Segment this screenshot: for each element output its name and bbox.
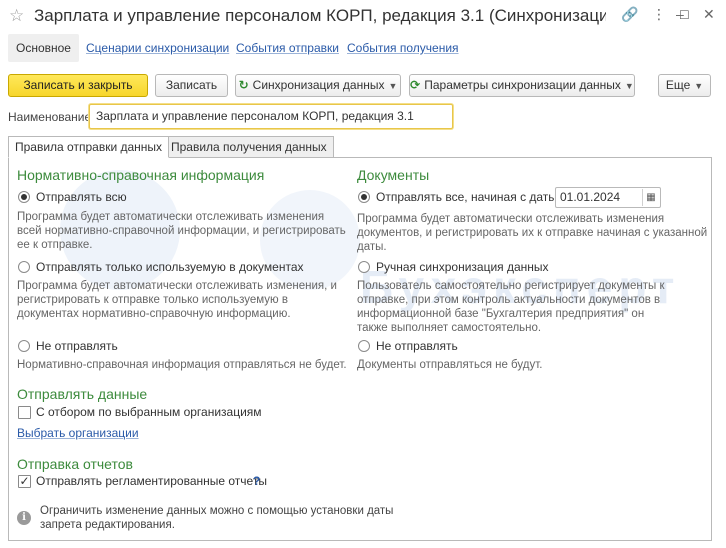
docs-manual-sync-desc: Пользователь самостоятельно регистрирует… [357,280,665,334]
send-reports-label[interactable]: Отправлять регламентированные отчеты [36,474,267,488]
close-icon[interactable]: ✕ [703,6,715,23]
nsi-send-all-label[interactable]: Отправлять всю [36,190,127,204]
chevron-down-icon: ▼ [388,81,398,91]
sync-data-button[interactable]: ↻ Синхронизация данных ▼ [235,74,401,97]
docs-send-from-date-desc: Программа будет автоматически отслеживат… [357,213,708,253]
chevron-down-icon: ▼ [694,81,704,91]
maximize-icon[interactable]: ☐ [679,8,690,22]
docs-section-title: Документы [357,167,430,183]
write-and-close-button[interactable]: Записать и закрыть [8,74,148,97]
nsi-send-used-label[interactable]: Отправлять только используемую в докумен… [36,260,304,274]
nsi-send-all-desc: Программа будет автоматически отслеживат… [17,211,346,251]
docs-no-send-label[interactable]: Не отправлять [376,339,458,353]
chevron-down-icon: ▼ [624,81,634,91]
nsi-send-used-radio[interactable] [18,261,30,273]
more-button[interactable]: Еще ▼ [658,74,711,97]
favorite-star-icon[interactable]: ☆ [9,6,24,26]
sync-icon: ↻ [238,78,249,92]
link-icon[interactable]: 🔗 [621,6,638,23]
tab-main[interactable]: Основное [8,34,79,62]
send-data-section-title: Отправлять данные [17,386,148,402]
checkmark-icon: ✓ [19,474,30,488]
org-filter-checkbox[interactable] [18,406,31,419]
title-bar: ☆ Зарплата и управление персоналом КОРП,… [0,0,726,34]
docs-send-from-date-label[interactable]: Отправлять все, начиная с даты [376,190,557,204]
nsi-no-send-label[interactable]: Не отправлять [36,339,118,353]
info-icon: i [17,511,31,525]
nsi-send-all-radio[interactable] [18,191,30,203]
docs-send-from-date-radio[interactable] [358,191,370,203]
more-icon[interactable]: ⋮ [652,6,666,23]
docs-no-send-desc: Документы отправляться не будут. [357,359,543,371]
org-filter-label[interactable]: С отбором по выбранным организациям [36,405,262,419]
calendar-icon[interactable]: ▦ [642,189,659,206]
help-icon[interactable]: ? [253,474,260,488]
nsi-section-title: Нормативно-справочная информация [17,167,265,183]
sync-params-button[interactable]: ⟳ Параметры синхронизации данных ▼ [409,74,635,97]
docs-date-input[interactable]: 01.01.2024 ▦ [555,187,661,208]
window-title: Зарплата и управление персоналом КОРП, р… [34,6,606,25]
tab-send-events[interactable]: События отправки [236,34,339,62]
tab-receive-rules[interactable]: Правила получения данных [164,136,334,158]
write-button[interactable]: Записать [155,74,228,97]
name-input[interactable]: Зарплата и управление персоналом КОРП, р… [89,104,453,129]
nsi-no-send-desc: Нормативно-справочная информация отправл… [17,359,347,371]
send-reports-checkbox[interactable]: ✓ [18,475,31,488]
tab-receive-events[interactable]: События получения [347,34,459,62]
reports-section-title: Отправка отчетов [17,456,133,472]
docs-manual-sync-radio[interactable] [358,261,370,273]
select-organizations-link[interactable]: Выбрать организации [17,426,139,440]
info-text: Ограничить изменение данных можно с помо… [40,505,394,531]
tab-send-rules[interactable]: Правила отправки данных [8,136,170,158]
sync-settings-icon: ⟳ [410,78,421,92]
tab-sync-scenarios[interactable]: Сценарии синхронизации [86,34,229,62]
nsi-no-send-radio[interactable] [18,340,30,352]
name-label: Наименование: [8,110,95,124]
nsi-send-used-desc: Программа будет автоматически отслеживат… [17,280,337,320]
docs-no-send-radio[interactable] [358,340,370,352]
docs-manual-sync-label[interactable]: Ручная синхронизация данных [376,260,549,274]
